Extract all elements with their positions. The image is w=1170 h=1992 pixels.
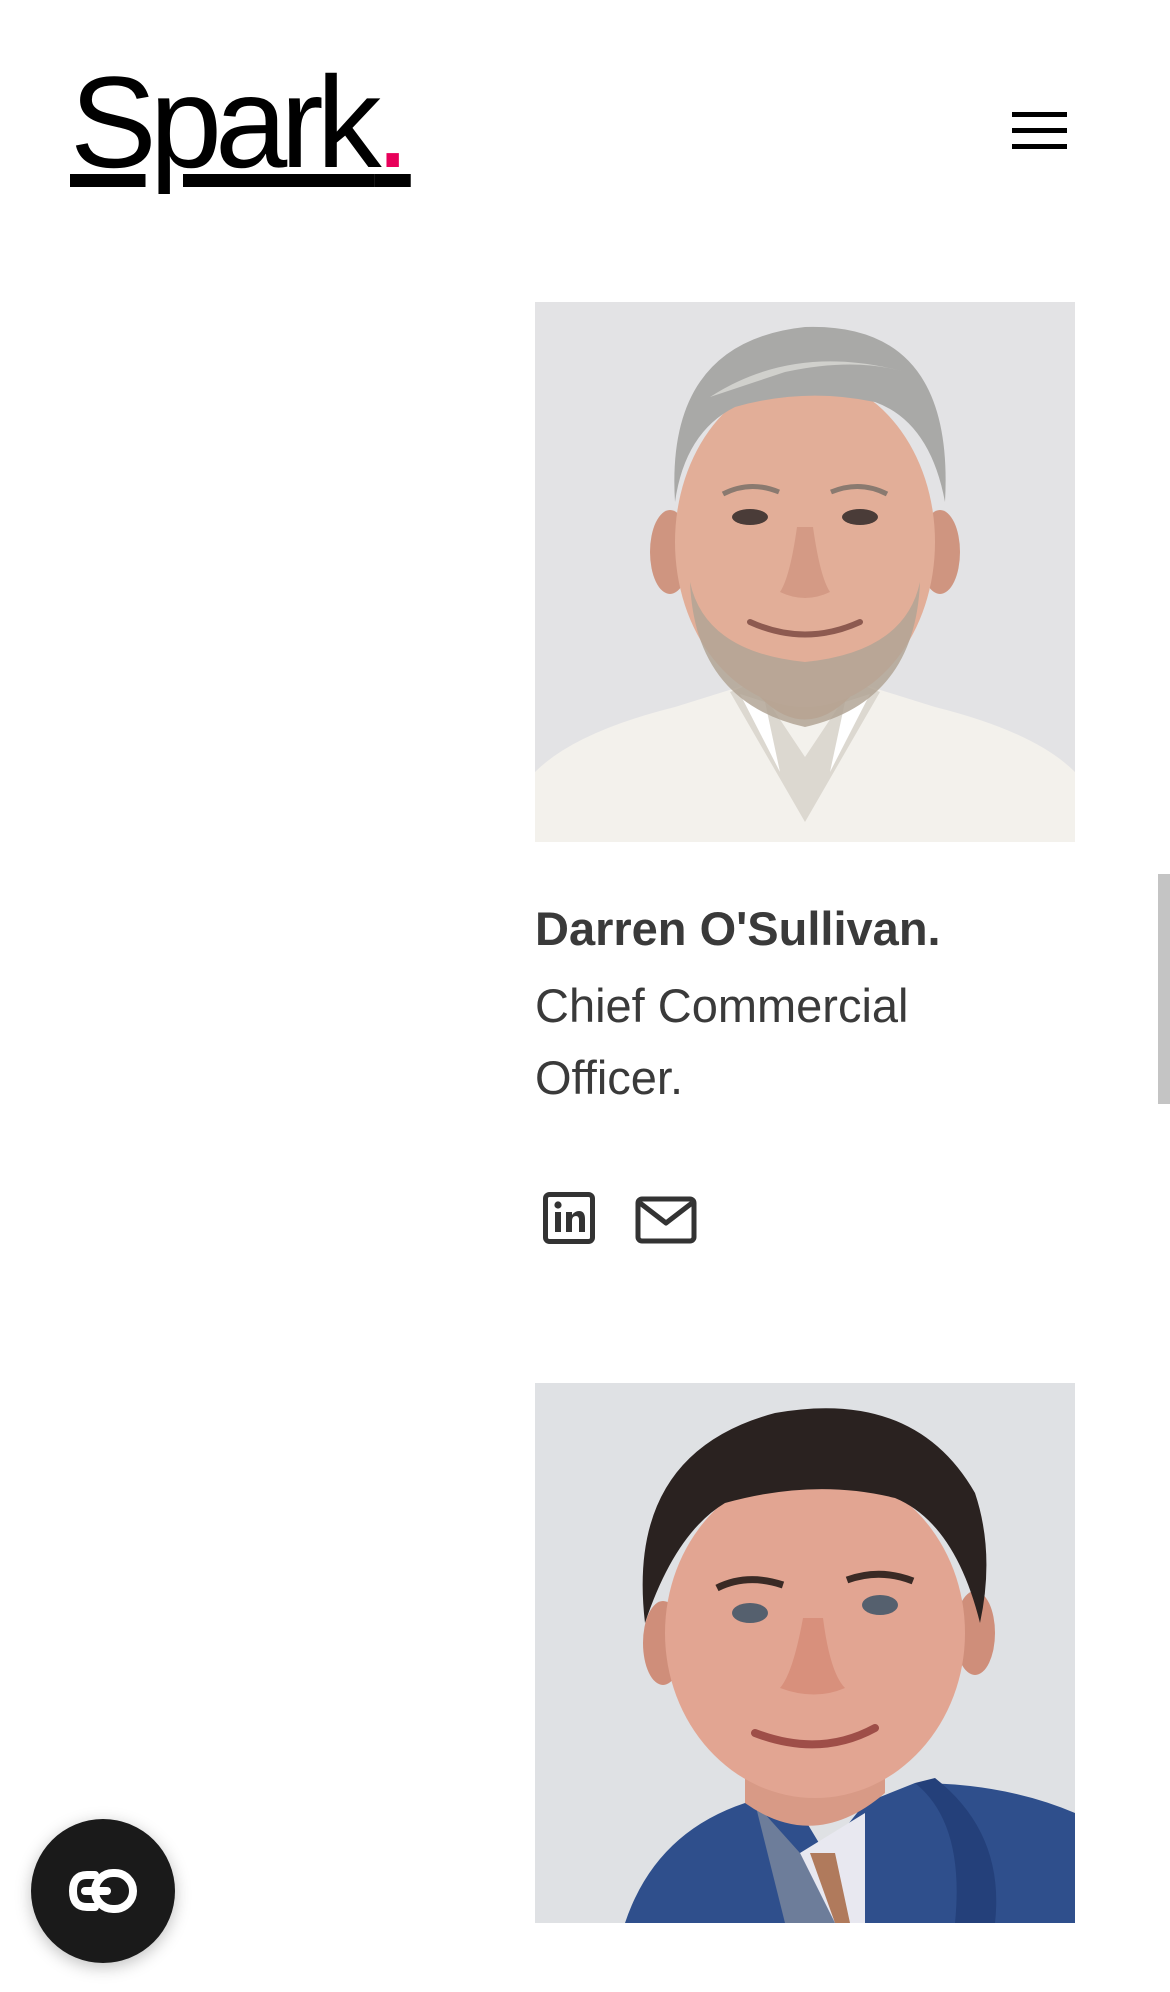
- mail-icon: [635, 1196, 697, 1244]
- linkedin-link[interactable]: [543, 1192, 595, 1244]
- site-header: Spark.: [0, 0, 1170, 240]
- team-member-role: Chief Commercial Officer.: [535, 979, 909, 1104]
- scrollbar-thumb[interactable]: [1158, 874, 1170, 1104]
- logo-wordmark: Spark: [70, 49, 382, 195]
- menu-button[interactable]: [1008, 108, 1068, 158]
- hamburger-icon-bar: [1012, 144, 1067, 149]
- hamburger-icon: [1012, 112, 1067, 117]
- spark-logo[interactable]: Spark.: [70, 52, 411, 192]
- accessibility-button[interactable]: [31, 1819, 175, 1963]
- portrait-image: [535, 302, 1075, 842]
- portrait-image: [535, 1383, 1075, 1923]
- team-member-photo: [535, 302, 1075, 842]
- accessibility-toggle-icon: [68, 1869, 137, 1913]
- hamburger-icon-bar: [1012, 128, 1067, 133]
- linkedin-icon: [543, 1192, 595, 1244]
- team-member-name: Darren O'Sullivan.: [535, 902, 941, 955]
- logo-dot: .: [374, 49, 411, 195]
- team-member-photo: [535, 1383, 1075, 1923]
- email-link[interactable]: [635, 1196, 697, 1244]
- social-links: [535, 1192, 735, 1262]
